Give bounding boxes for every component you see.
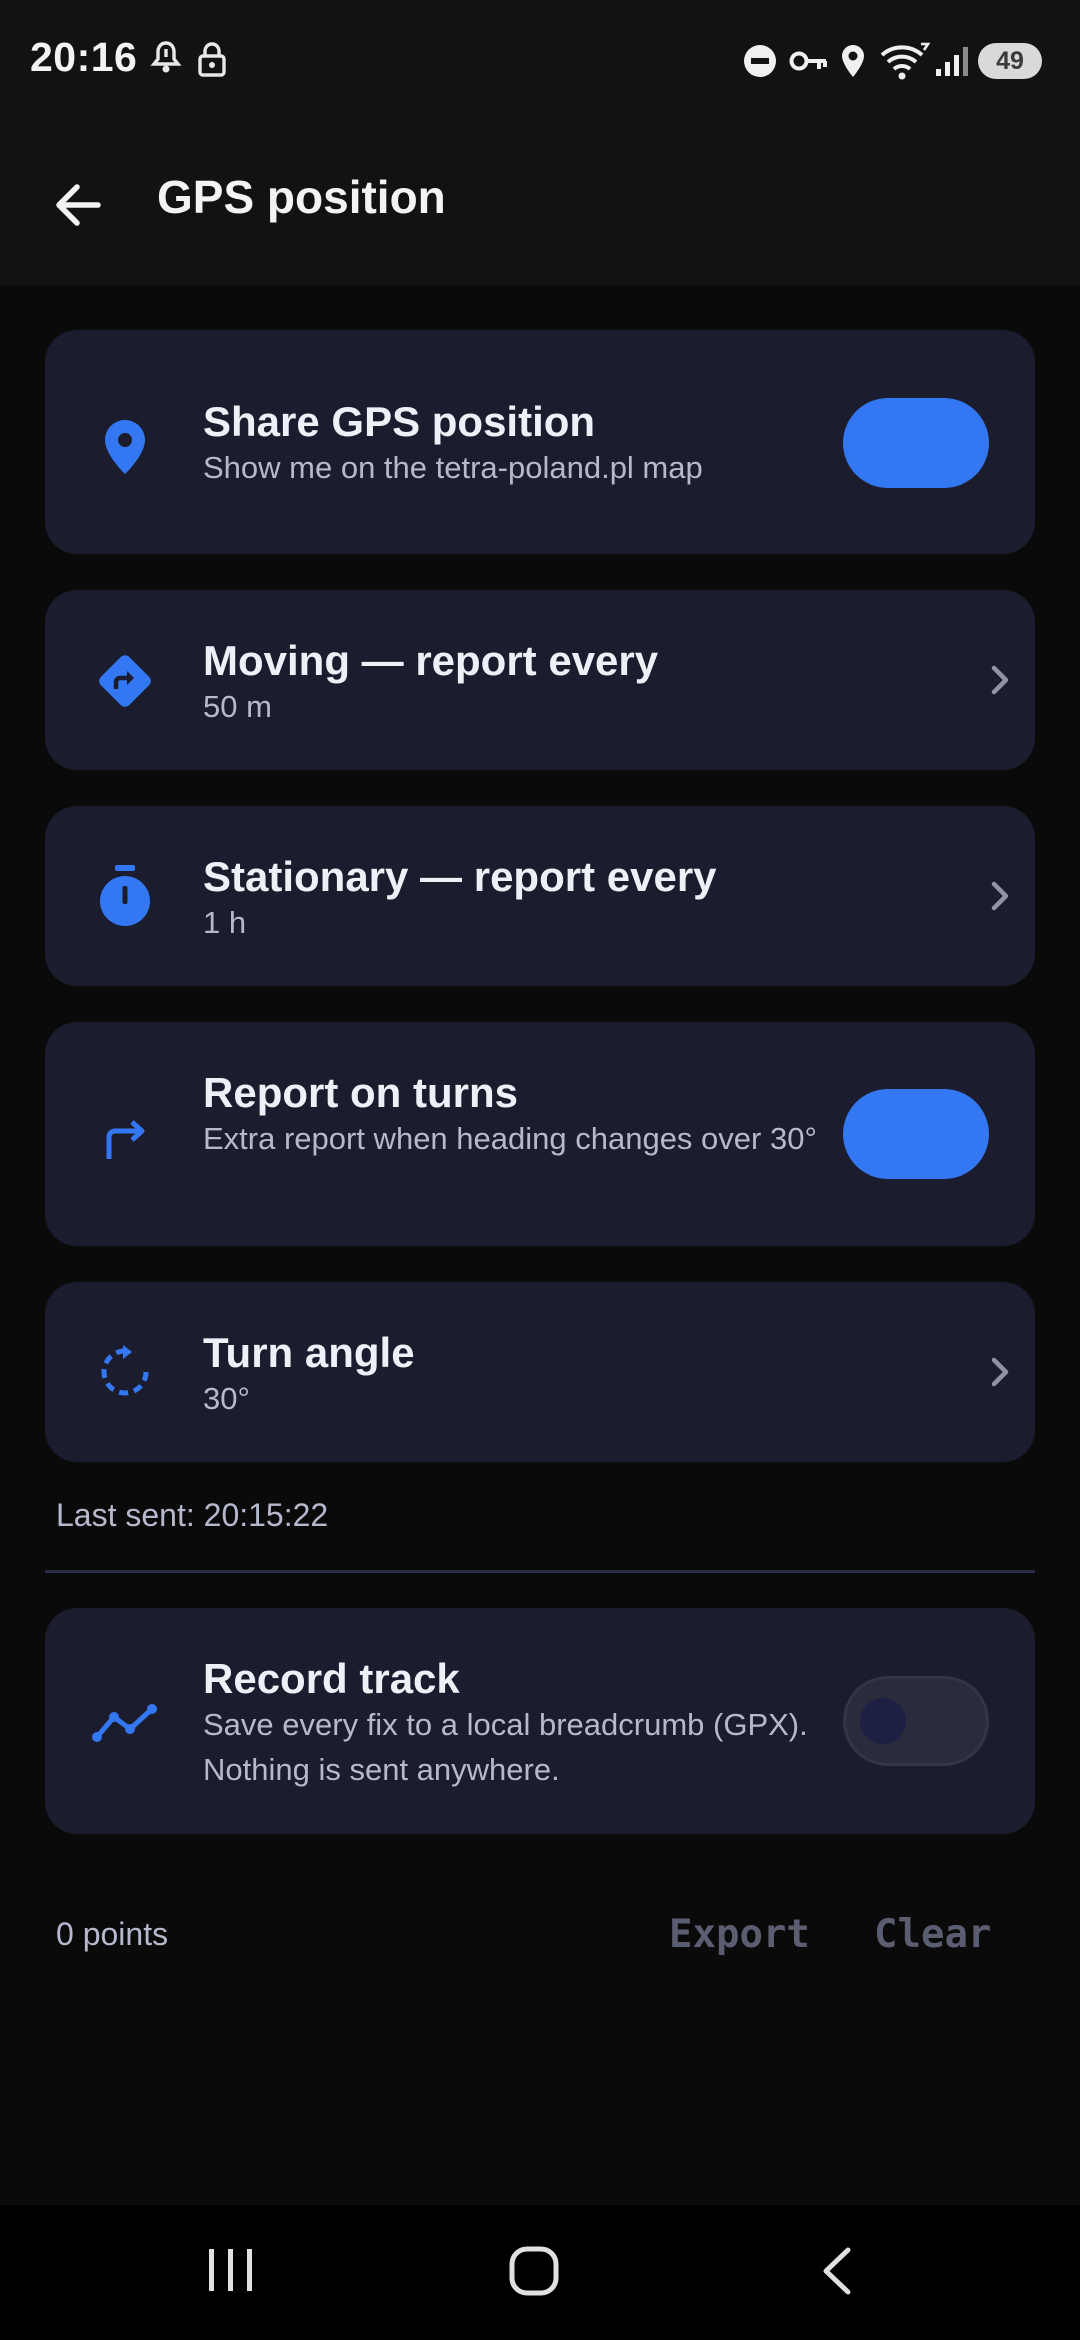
share-gps-card[interactable]: Share GPS position Show me on the tetra-… (45, 330, 1035, 554)
moving-report-card[interactable]: Moving — report every 50 m (45, 590, 1035, 770)
card-subtitle: 1 h (203, 905, 247, 940)
screen: 20:16 49 GPS position Share GPS position… (0, 0, 1080, 2340)
navigation-bar (0, 2205, 1080, 2340)
chevron-right-icon (991, 665, 1009, 695)
export-button[interactable]: Export (669, 1912, 810, 1957)
card-title: Share GPS position (203, 398, 596, 445)
turn-right-icon (106, 1120, 145, 1159)
status-time: 20:16 (30, 34, 138, 80)
vpn-key-icon (789, 51, 827, 71)
notification-bell-icon (150, 41, 182, 73)
card-subtitle: 50 m (203, 689, 272, 724)
report-on-turns-toggle[interactable] (843, 1089, 989, 1179)
lock-icon (198, 42, 226, 77)
battery-indicator: 49 (978, 43, 1042, 79)
wifi-icon (880, 42, 930, 80)
chevron-right-icon (991, 1357, 1009, 1387)
section-divider (45, 1570, 1035, 1573)
home-icon[interactable] (508, 2245, 560, 2297)
record-track-toggle[interactable] (843, 1676, 989, 1766)
card-subtitle: Save every fix to a local breadcrumb (GP… (203, 1707, 808, 1787)
share-gps-toggle[interactable] (843, 398, 989, 488)
signal-icon (936, 47, 968, 76)
turn-angle-card[interactable]: Turn angle 30° (45, 1282, 1035, 1462)
card-subtitle: Show me on the tetra-poland.pl map (203, 450, 703, 485)
location-icon (842, 45, 864, 77)
arrow-back-icon[interactable] (40, 165, 120, 245)
record-track-card[interactable]: Record track Save every fix to a local b… (45, 1608, 1035, 1834)
card-title: Record track (203, 1655, 460, 1702)
clear-button[interactable]: Clear (874, 1912, 991, 1957)
last-sent-text: Last sent: 20:15:22 (56, 1497, 329, 1533)
timeline-icon (92, 1704, 157, 1742)
directions-icon (99, 655, 151, 707)
track-points-count: 0 points (56, 1916, 169, 1952)
stationary-report-card[interactable]: Stationary — report every 1 h (45, 806, 1035, 986)
page-title: GPS position (157, 171, 446, 223)
status-bar: 20:16 49 (0, 0, 1080, 120)
recent-apps-icon[interactable] (205, 2245, 257, 2295)
back-icon[interactable] (818, 2245, 858, 2297)
location-pin-icon (105, 420, 145, 474)
app-bar: GPS position (0, 120, 1080, 285)
card-title: Report on turns (203, 1069, 518, 1116)
report-on-turns-card[interactable]: Report on turns Extra report when headin… (45, 1022, 1035, 1246)
card-title: Stationary — report every (203, 853, 717, 900)
card-title: Moving — report every (203, 637, 659, 684)
chevron-right-icon (991, 881, 1009, 911)
card-subtitle: 30° (203, 1381, 250, 1416)
rotate-icon (101, 1345, 149, 1396)
card-title: Turn angle (203, 1329, 415, 1376)
do-not-disturb-icon (744, 45, 776, 77)
timer-icon (100, 865, 150, 926)
toggle-knob (860, 1698, 906, 1744)
card-subtitle: Extra report when heading changes over 3… (203, 1121, 817, 1156)
